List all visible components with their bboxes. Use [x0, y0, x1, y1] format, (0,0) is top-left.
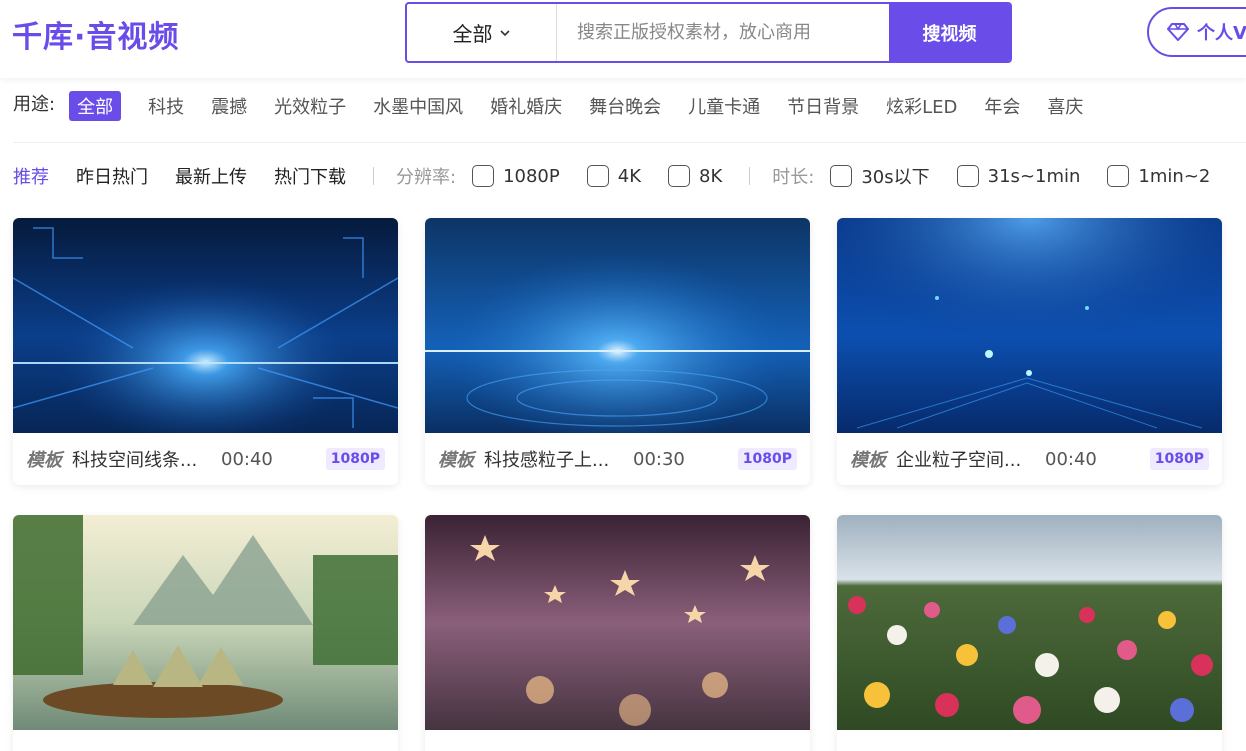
checkbox[interactable]	[668, 165, 691, 187]
divider	[13, 142, 1246, 143]
zongzi-landscape-thumbnail	[13, 515, 398, 730]
sort-yesterday-hot[interactable]: 昨日热门	[76, 163, 148, 189]
tech-lines-thumbnail	[13, 218, 398, 433]
search-input[interactable]	[557, 4, 889, 61]
search-category-label: 全部	[452, 22, 493, 46]
card-kind: 模板	[26, 450, 62, 471]
purpose-tag-holiday-bg[interactable]: 节日背景	[787, 93, 859, 119]
purpose-tag-light-particles[interactable]: 光效粒子	[274, 93, 346, 119]
resolution-option-1080p[interactable]: 1080P	[472, 165, 560, 187]
video-card[interactable]: 模板 科技感粒子上... 00:30 1080P	[425, 218, 810, 485]
card-meta	[13, 730, 398, 751]
card-title[interactable]: 企业粒子空间...	[896, 446, 1031, 472]
video-thumbnail[interactable]	[425, 515, 810, 730]
card-duration: 00:40	[1045, 448, 1097, 470]
chevron-down-icon	[499, 29, 510, 36]
card-meta: 模板 科技感粒子上... 00:30 1080P	[425, 433, 810, 485]
video-card[interactable]: 模板 科技空间线条... 00:40 1080P	[13, 218, 398, 485]
checkbox[interactable]	[956, 165, 979, 187]
enterprise-particles-thumbnail	[837, 218, 1222, 433]
resolution-option-4k[interactable]: 4K	[586, 165, 642, 187]
filter-separator	[373, 167, 374, 185]
video-thumbnail[interactable]	[837, 515, 1222, 730]
resolution-label: 分辨率:	[396, 167, 457, 188]
purpose-tag-wedding[interactable]: 婚礼婚庆	[490, 93, 562, 119]
option-label: 1080P	[503, 165, 560, 187]
video-thumbnail[interactable]	[13, 515, 398, 730]
purpose-tag-tech[interactable]: 科技	[148, 93, 184, 119]
search-category-select[interactable]: 全部	[407, 4, 557, 61]
duration-option-31s-1min[interactable]: 31s~1min	[956, 165, 1081, 187]
duration-option-under-30s[interactable]: 30s以下	[830, 163, 930, 189]
video-card[interactable]	[837, 515, 1222, 751]
sort-recommended[interactable]: 推荐	[13, 163, 49, 189]
sort-latest[interactable]: 最新上传	[175, 163, 247, 189]
purpose-label: 用途:	[13, 94, 56, 115]
stars-bokeh-thumbnail	[425, 515, 810, 730]
resolution-option-8k[interactable]: 8K	[668, 165, 722, 187]
purpose-tag-annual-meeting[interactable]: 年会	[984, 93, 1020, 119]
video-thumbnail[interactable]	[837, 218, 1222, 433]
purpose-filter-row: 用途: 全部 科技 震撼 光效粒子 水墨中国风 婚礼婚庆 舞台晚会 儿童卡通 节…	[13, 90, 1110, 122]
video-card[interactable]	[425, 515, 810, 751]
site-logo[interactable]: 千库·音视频	[12, 12, 179, 56]
resolution-badge: 1080P	[1149, 448, 1209, 470]
sort-hot-download[interactable]: 热门下载	[274, 163, 346, 189]
checkbox[interactable]	[1107, 165, 1130, 187]
resolution-badge: 1080P	[737, 448, 797, 470]
purpose-tag-ink-chinese[interactable]: 水墨中国风	[373, 93, 463, 119]
checkbox[interactable]	[586, 165, 609, 187]
flower-field-thumbnail	[837, 515, 1222, 730]
sort-filter-row: 推荐 昨日热门 最新上传 热门下载 分辨率: 1080P 4K 8K 时长: 3…	[13, 160, 1237, 192]
card-meta: 模板 企业粒子空间... 00:40 1080P	[837, 433, 1222, 485]
resolution-badge: 1080P	[325, 448, 385, 470]
duration-option-1min-2[interactable]: 1min~2	[1107, 165, 1210, 187]
video-thumbnail[interactable]	[13, 218, 398, 433]
purpose-tag-shock[interactable]: 震撼	[211, 93, 247, 119]
header: 千库·音视频 全部 搜视频 个人V	[0, 0, 1246, 78]
purpose-tag-stage-gala[interactable]: 舞台晚会	[589, 93, 661, 119]
vip-label: 个人V	[1197, 23, 1246, 44]
option-label: 1min~2	[1138, 165, 1211, 187]
diamond-icon	[1167, 23, 1189, 41]
tech-particles-thumbnail	[425, 218, 810, 433]
video-thumbnail[interactable]	[425, 218, 810, 433]
option-label: 30s以下	[861, 167, 930, 188]
search-bar: 全部 搜视频	[405, 2, 1012, 63]
card-meta	[837, 730, 1222, 751]
card-duration: 00:30	[633, 448, 685, 470]
video-card[interactable]	[13, 515, 398, 751]
purpose-tag-colorful-led[interactable]: 炫彩LED	[886, 93, 957, 119]
purpose-tag-kids-cartoon[interactable]: 儿童卡通	[688, 93, 760, 119]
card-kind: 模板	[850, 450, 886, 471]
option-label: 8K	[699, 165, 723, 187]
card-meta: 模板 科技空间线条... 00:40 1080P	[13, 433, 398, 485]
card-duration: 00:40	[221, 448, 273, 470]
duration-label: 时长:	[772, 167, 815, 188]
filter-separator	[749, 167, 751, 185]
option-label: 31s~1min	[987, 165, 1081, 187]
card-title[interactable]: 科技感粒子上...	[484, 446, 619, 472]
vip-button[interactable]: 个人V	[1147, 7, 1246, 57]
option-label: 4K	[617, 165, 642, 187]
video-card[interactable]: 模板 企业粒子空间... 00:40 1080P	[837, 218, 1222, 485]
search-button[interactable]: 搜视频	[889, 4, 1010, 61]
checkbox[interactable]	[830, 165, 853, 187]
card-meta	[425, 730, 810, 751]
checkbox[interactable]	[472, 165, 495, 187]
purpose-tag-all[interactable]: 全部	[69, 91, 122, 121]
card-kind: 模板	[438, 450, 474, 471]
purpose-tag-festive[interactable]: 喜庆	[1047, 93, 1083, 119]
card-title[interactable]: 科技空间线条...	[72, 446, 207, 472]
